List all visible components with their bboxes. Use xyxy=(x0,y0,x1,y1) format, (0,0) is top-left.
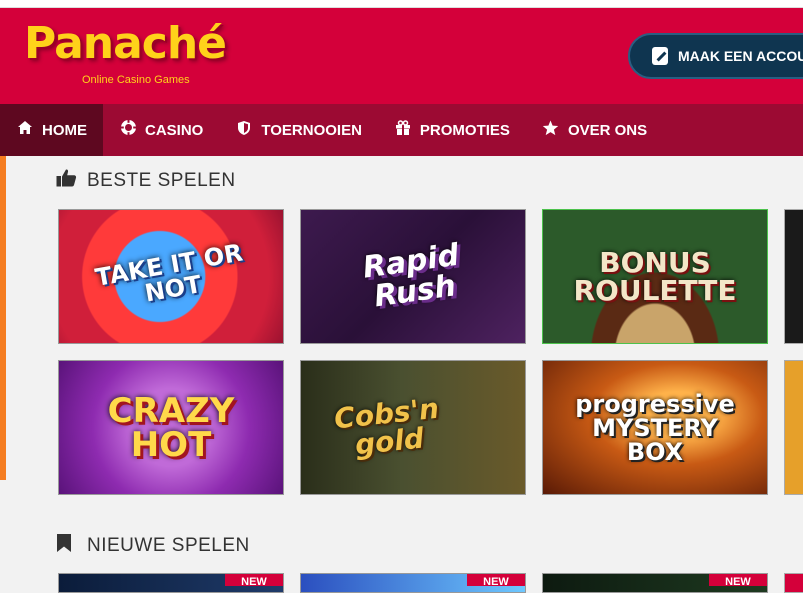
section-title-text: BESTE SPELEN xyxy=(87,169,236,191)
game-tile-rapid-rush[interactable]: Rapid Rush xyxy=(300,209,526,344)
section-title-best: BESTE SPELEN xyxy=(56,168,236,193)
new-game-tile[interactable]: NEW xyxy=(300,573,526,593)
new-game-tile[interactable]: NEW xyxy=(542,573,768,593)
game-tile-partial[interactable] xyxy=(784,360,803,495)
nav-item-label: OVER ONS xyxy=(567,121,648,139)
nav-item-label: PROMOTIES xyxy=(419,121,510,139)
nav-item-casino[interactable]: CASINO xyxy=(103,104,219,156)
game-tile-bonus-roulette[interactable]: BONUS ROULETTE xyxy=(542,209,768,344)
game-tile-crazy-hot[interactable]: CRAZY HOT xyxy=(58,360,284,495)
new-badge: NEW xyxy=(709,574,767,586)
browser-top-strip xyxy=(0,0,803,8)
game-title: Cobs'n gold xyxy=(332,391,441,461)
gift-icon xyxy=(394,119,412,141)
create-account-button[interactable]: MAAK EEN ACCOUNT xyxy=(628,33,803,79)
bookmark-icon xyxy=(56,533,78,559)
site-header: Panaché Online Casino Games MAAK EEN ACC… xyxy=(0,8,803,104)
game-tile-partial[interactable] xyxy=(784,209,803,344)
edit-icon xyxy=(652,47,668,65)
game-title: progressive MYSTERY BOX xyxy=(575,389,735,466)
site-logo[interactable]: Panaché Online Casino Games xyxy=(24,18,227,87)
game-title: CRAZY HOT xyxy=(107,390,235,465)
nav-item-label: TOERNOOIEN xyxy=(261,121,362,139)
game-tile-cobs-n-gold[interactable]: Cobs'n gold xyxy=(300,360,526,495)
nav-item-promotions[interactable]: PROMOTIES xyxy=(378,104,526,156)
nav-item-label: CASINO xyxy=(145,121,204,139)
main-nav: HOME CASINO TOERNOOIEN PROMOTIES OVER ON… xyxy=(0,104,803,156)
logo-subtitle: Online Casino Games xyxy=(82,74,190,86)
thumbs-up-icon xyxy=(56,168,78,193)
create-account-label: MAAK EEN ACCOUNT xyxy=(677,48,803,64)
section-title-text: NIEUWE SPELEN xyxy=(87,535,250,556)
shield-icon xyxy=(235,120,253,141)
star-icon xyxy=(542,120,560,141)
new-badge: NEW xyxy=(467,574,525,586)
game-tile-progressive-mystery-box[interactable]: progressive MYSTERY BOX xyxy=(542,360,768,495)
new-game-tile[interactable]: NEW xyxy=(58,573,284,593)
game-title: BONUS ROULETTE xyxy=(573,245,737,307)
home-icon xyxy=(16,120,34,140)
game-title: Rapid Rush xyxy=(360,237,462,314)
logo-text: Panaché xyxy=(24,18,227,69)
side-accent-bar xyxy=(0,156,6,480)
new-badge: NEW xyxy=(225,574,283,586)
nav-item-tournaments[interactable]: TOERNOOIEN xyxy=(219,104,378,156)
chip-icon xyxy=(119,119,137,141)
game-title: TAKE IT OR NOT xyxy=(93,237,245,308)
new-game-tile-partial[interactable] xyxy=(784,573,803,593)
nav-item-label: HOME xyxy=(42,121,87,139)
nav-item-home[interactable]: HOME xyxy=(0,104,103,156)
nav-item-about[interactable]: OVER ONS xyxy=(526,104,663,156)
game-tile-take-it-or-not[interactable]: TAKE IT OR NOT xyxy=(58,209,284,344)
section-title-new: NIEUWE SPELEN xyxy=(56,533,250,559)
